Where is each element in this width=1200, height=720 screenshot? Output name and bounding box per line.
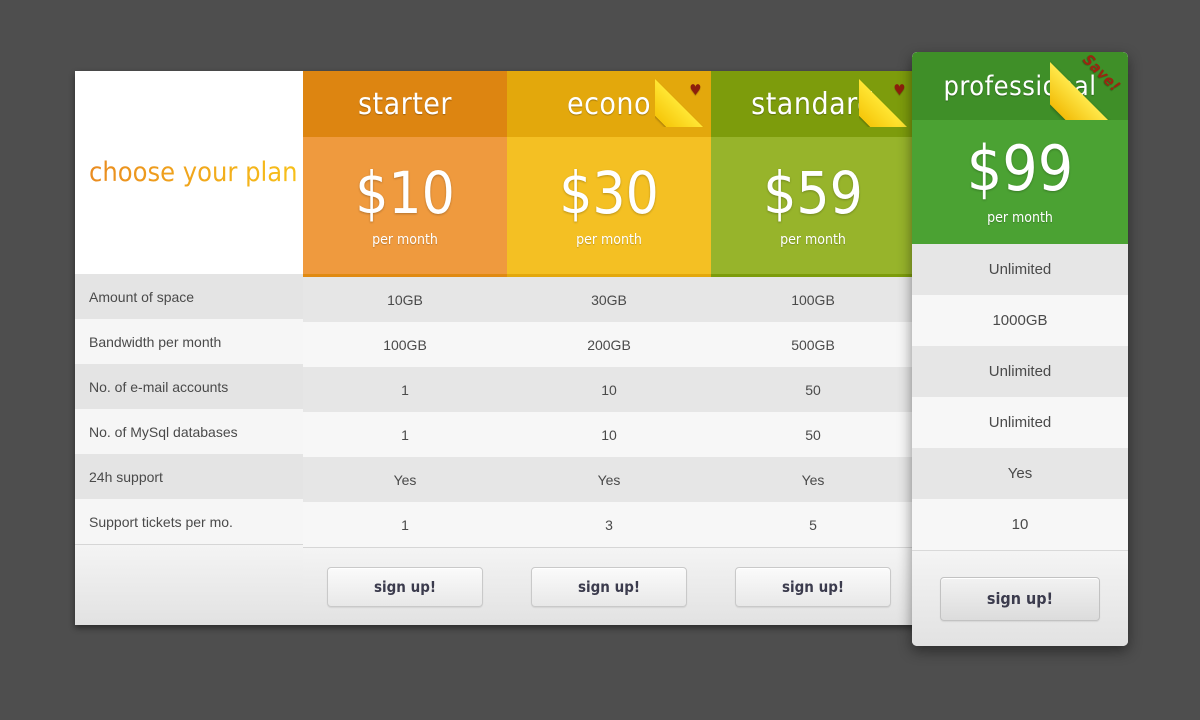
signup-button-starter[interactable]: sign up! bbox=[327, 566, 483, 607]
signup-button-standard[interactable]: sign up! bbox=[735, 566, 891, 607]
plan-value: 200GB bbox=[507, 322, 711, 367]
feature-label-column: choose your plan Amount of space Bandwid… bbox=[75, 71, 303, 625]
plan-column-starter: starter $10 per month 10GB 100GB 1 1 Yes… bbox=[303, 71, 507, 625]
plan-value: 100GB bbox=[711, 277, 915, 322]
plan-price-band-econo: $30 per month bbox=[507, 137, 711, 274]
plan-value: Unlimited bbox=[912, 244, 1128, 295]
plan-value: 1 bbox=[303, 367, 507, 412]
plan-value: 10 bbox=[507, 367, 711, 412]
plan-price: $30 bbox=[559, 158, 659, 227]
pricing-grid: choose your plan Amount of space Bandwid… bbox=[75, 71, 975, 625]
feature-label: No. of e-mail accounts bbox=[75, 364, 303, 409]
feature-label: Support tickets per mo. bbox=[75, 499, 303, 544]
plan-price-band-standard: $59 per month bbox=[711, 137, 915, 274]
plan-name-label: starter bbox=[357, 86, 453, 122]
footer-cell-econo: sign up! bbox=[507, 547, 711, 625]
plan-value-list-econo: 30GB 200GB 10 10 Yes 3 bbox=[507, 274, 711, 547]
plan-price-period: per month bbox=[780, 231, 846, 248]
signup-button-econo[interactable]: sign up! bbox=[531, 566, 687, 607]
brand-cell: choose your plan bbox=[75, 71, 303, 274]
plan-value: Yes bbox=[507, 457, 711, 502]
plan-value: Unlimited bbox=[912, 397, 1128, 448]
page-title: choose your plan bbox=[89, 157, 298, 188]
plan-value: Yes bbox=[303, 457, 507, 502]
plan-value: 10GB bbox=[303, 277, 507, 322]
feature-label: No. of MySql databases bbox=[75, 409, 303, 454]
plan-name-band-professional: professional Save! bbox=[912, 52, 1128, 120]
signup-button-professional[interactable]: sign up! bbox=[940, 576, 1100, 621]
feature-label: 24h support bbox=[75, 454, 303, 499]
plan-value: 50 bbox=[711, 367, 915, 412]
plan-value: 3 bbox=[507, 502, 711, 547]
plan-card-professional[interactable]: professional Save! $99 per month Unlimit… bbox=[912, 52, 1128, 646]
plan-value: Yes bbox=[912, 448, 1128, 499]
pricing-table: choose your plan Amount of space Bandwid… bbox=[75, 71, 975, 625]
plan-price-period: per month bbox=[576, 231, 642, 248]
plan-price-period: per month bbox=[372, 231, 438, 248]
heart-ribbon-icon: ♥ bbox=[655, 71, 711, 127]
plan-name-label: standard bbox=[751, 86, 875, 122]
plan-price-period: per month bbox=[987, 210, 1053, 226]
plan-name-band-econo: econo ♥ bbox=[507, 71, 711, 137]
plan-value-list-professional: Unlimited 1000GB Unlimited Unlimited Yes… bbox=[912, 244, 1128, 550]
plan-value: 30GB bbox=[507, 277, 711, 322]
plan-price-band-professional: $99 per month bbox=[912, 120, 1128, 244]
footer-cell-standard: sign up! bbox=[711, 547, 915, 625]
plan-value: 10 bbox=[912, 499, 1128, 550]
plan-value-list-standard: 100GB 500GB 50 50 Yes 5 bbox=[711, 274, 915, 547]
plan-name-label: econo bbox=[566, 86, 652, 122]
plan-name-band-standard: standard ♥ bbox=[711, 71, 915, 137]
plan-value: 50 bbox=[711, 412, 915, 457]
plan-column-standard: standard ♥ $59 per month 100GB 500GB 50 … bbox=[711, 71, 915, 625]
plan-price: $10 bbox=[355, 158, 455, 227]
plan-value-list-starter: 10GB 100GB 1 1 Yes 1 bbox=[303, 274, 507, 547]
feature-label-list: Amount of space Bandwidth per month No. … bbox=[75, 274, 303, 544]
plan-value: 5 bbox=[711, 502, 915, 547]
plan-price-band-starter: $10 per month bbox=[303, 137, 507, 274]
heart-icon: ♥ bbox=[893, 81, 906, 99]
plan-name-band-starter: starter bbox=[303, 71, 507, 137]
feature-label: Bandwidth per month bbox=[75, 319, 303, 364]
plan-value: 10 bbox=[507, 412, 711, 457]
plan-value: Yes bbox=[711, 457, 915, 502]
feature-label: Amount of space bbox=[75, 274, 303, 319]
plan-value: 1 bbox=[303, 412, 507, 457]
heart-icon: ♥ bbox=[689, 81, 702, 99]
footer-cell-starter: sign up! bbox=[303, 547, 507, 625]
plan-value: 1000GB bbox=[912, 295, 1128, 346]
plan-value: 500GB bbox=[711, 322, 915, 367]
footer-cell-professional: sign up! bbox=[912, 550, 1128, 646]
plan-column-econo: econo ♥ $30 per month 30GB 200GB 10 10 Y… bbox=[507, 71, 711, 625]
plan-value: Unlimited bbox=[912, 346, 1128, 397]
footer-cell-labels bbox=[75, 544, 303, 625]
plan-value: 100GB bbox=[303, 322, 507, 367]
plan-value: 1 bbox=[303, 502, 507, 547]
plan-name-label: professional bbox=[943, 70, 1097, 102]
plan-price: $99 bbox=[966, 132, 1074, 205]
plan-price: $59 bbox=[763, 158, 863, 227]
